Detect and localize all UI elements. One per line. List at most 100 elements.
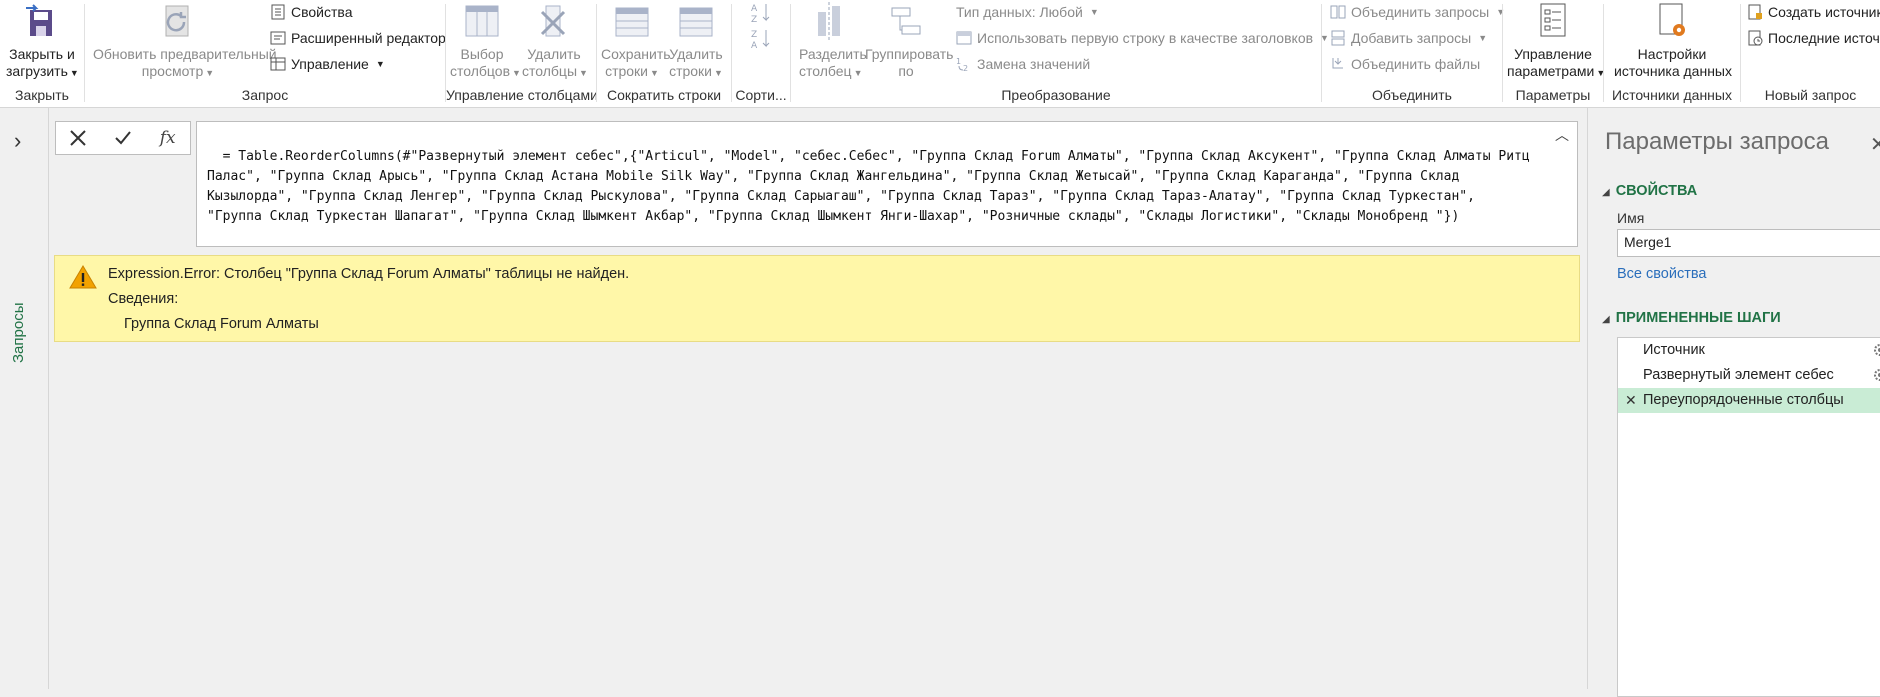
formula-editor[interactable]: = Table.ReorderColumns(#"Развернутый эле… [196, 121, 1578, 247]
advanced-editor-icon [270, 31, 286, 45]
choose-columns-icon [465, 5, 499, 37]
keep-rows-button[interactable]: Сохранить строки ▼ [601, 2, 671, 82]
group-sort: AZ ZA Сорти... [732, 0, 790, 107]
source-settings-icon [1659, 3, 1685, 36]
error-banner: Expression.Error: Столбец "Группа Склад … [54, 255, 1580, 342]
choose-columns-label-2: столбцов [450, 63, 511, 79]
split-column-label-2: столбец [799, 63, 852, 79]
split-column-icon [818, 2, 840, 40]
close-load-label-1: Закрыть и [9, 46, 75, 62]
step-source[interactable]: Источник [1618, 338, 1880, 363]
svg-text:A: A [751, 41, 758, 50]
group-label-query: Запрос [241, 87, 289, 103]
group-manage-columns: Выбор столбцов ▼ Удалить столбцы ▼ Управле… [446, 0, 598, 107]
confirm-formula-button[interactable] [101, 122, 146, 154]
error-details-label: Сведения: [108, 291, 179, 307]
source-settings-button[interactable]: Настройки источника данных [1614, 2, 1732, 80]
delete-step-icon[interactable]: ✕ [1625, 388, 1637, 413]
chevron-up-icon[interactable]: ︿ [1555, 126, 1569, 146]
gear-icon[interactable] [1872, 342, 1880, 358]
applied-steps-list: Источник Развернутый элемент себес ✕ Пер… [1617, 337, 1880, 697]
group-by-label-1: Группировать [865, 46, 954, 62]
expand-pane-icon[interactable]: › [14, 128, 21, 154]
svg-text:1: 1 [956, 57, 961, 66]
remove-rows-icon [679, 7, 713, 37]
remove-columns-label-2: столбцы [522, 63, 578, 79]
svg-text:A: A [751, 4, 758, 14]
properties-button[interactable]: Свойства [270, 1, 352, 23]
properties-section-header[interactable]: ◢ СВОЙСТВА [1602, 183, 1697, 199]
choose-columns-label-1: Выбор [460, 46, 504, 62]
recent-sources-icon [1748, 30, 1763, 46]
data-type-dropdown[interactable]: Тип данных: Любой ▼ [956, 1, 1099, 23]
error-details-value: Группа Склад Forum Алматы [124, 316, 319, 332]
combine-files-icon [1332, 58, 1343, 69]
chevron-down-icon: ▼ [1089, 7, 1099, 17]
group-label-reduce-rows: Сократить строки [606, 87, 722, 103]
new-source-button[interactable]: Создать источник [1747, 1, 1880, 23]
recent-sources-button[interactable]: Последние источни [1747, 27, 1880, 49]
function-icon[interactable]: fx [145, 122, 190, 154]
sort-descending-button[interactable]: ZA [750, 28, 772, 53]
merge-queries-button[interactable]: Объединить запросы ▼ [1330, 1, 1505, 23]
split-column-label-1: Разделить [799, 46, 867, 62]
advanced-editor-button[interactable]: Расширенный редактор [270, 27, 446, 49]
gear-icon[interactable] [1872, 367, 1880, 383]
group-by-icon [891, 7, 921, 35]
group-label-combine: Объединить [1372, 87, 1452, 103]
chevron-down-icon: ▼ [579, 68, 588, 78]
manage-label: Управление [291, 56, 369, 72]
refresh-preview-label-1: Обновить предварительный [93, 46, 277, 62]
choose-columns-button[interactable]: Выбор столбцов ▼ [450, 2, 521, 82]
svg-text:Z: Z [751, 30, 757, 40]
chevron-down-icon: ▼ [69, 68, 79, 78]
queries-pane: › Запросы [0, 108, 49, 689]
sort-ascending-icon: AZ [751, 4, 770, 25]
query-name-input[interactable]: Merge1 [1617, 229, 1880, 257]
combine-files-label: Объединить файлы [1351, 56, 1481, 72]
group-close: Закрыть и загрузить ▼ Закрыть [0, 0, 84, 107]
group-transform: Разделить столбец ▼ Группировать по Тип д… [791, 0, 1329, 107]
manage-button[interactable]: Управление ▼ [270, 53, 385, 75]
refresh-preview-button[interactable]: Обновить предварительный просмотр ▼ [93, 2, 277, 82]
remove-rows-label-2: строки [669, 63, 712, 79]
append-queries-button[interactable]: Добавить запросы ▼ [1330, 27, 1487, 49]
close-load-label-2: загрузить [6, 63, 68, 79]
close-load-button[interactable]: Закрыть и загрузить ▼ [6, 2, 79, 82]
replace-values-label: Замена значений [977, 56, 1091, 72]
applied-steps-title: ПРИМЕНЕННЫЕ ШАГИ [1615, 310, 1781, 326]
close-icon[interactable]: ✕ [1870, 132, 1880, 157]
ribbon: Закрыть и загрузить ▼ Закрыть Обновить пр… [0, 0, 1880, 108]
split-column-button[interactable]: Разделить столбец ▼ [799, 2, 867, 82]
remove-rows-button[interactable]: Удалить строки ▼ [665, 2, 727, 82]
sort-ascending-button[interactable]: AZ [750, 2, 772, 27]
step-expanded-element[interactable]: Развернутый элемент себес [1618, 363, 1880, 388]
group-reduce-rows: Сохранить строки ▼ Удалить строки ▼ Сократ… [597, 0, 731, 107]
group-by-button[interactable]: Группировать по [865, 2, 953, 80]
step-reordered-columns[interactable]: ✕ Переупорядоченные столбцы [1618, 388, 1880, 413]
chevron-down-icon: ▼ [650, 68, 659, 78]
new-source-icon [1748, 4, 1762, 20]
sort-descending-icon: ZA [751, 30, 770, 51]
chevron-down-icon: ▼ [853, 68, 863, 78]
queries-pane-label[interactable]: Запросы [10, 288, 36, 378]
recent-sources-label: Последние источни [1768, 30, 1880, 46]
combine-files-button[interactable]: Объединить файлы [1330, 53, 1480, 75]
remove-columns-button[interactable]: Удалить столбцы ▼ [522, 2, 588, 82]
properties-label: Свойства [291, 4, 353, 20]
chevron-down-icon: ▼ [375, 59, 385, 69]
group-new-query: Создать источник Последние источни Новый… [1741, 0, 1880, 107]
use-first-row-button[interactable]: Использовать первую строку в качестве за… [956, 27, 1329, 49]
close-load-icon [26, 4, 52, 36]
manage-parameters-button[interactable]: Управление параметрами ▼ [1507, 2, 1605, 82]
merge-queries-icon [1330, 5, 1346, 19]
replace-values-button[interactable]: 12 Замена значений [956, 53, 1090, 75]
all-properties-link[interactable]: Все свойства [1617, 266, 1706, 282]
applied-steps-header[interactable]: ◢ ПРИМЕНЕННЫЕ ШАГИ [1602, 310, 1781, 326]
group-label-manage-columns: Управление столбцами [446, 87, 598, 103]
panel-title: Параметры запроса [1605, 128, 1829, 155]
formula-text[interactable]: = Table.ReorderColumns(#"Развернутый эле… [207, 149, 1538, 224]
refresh-preview-label-2: просмотр [141, 63, 204, 79]
cancel-formula-button[interactable] [56, 122, 101, 154]
step-label: Источник [1643, 342, 1705, 358]
